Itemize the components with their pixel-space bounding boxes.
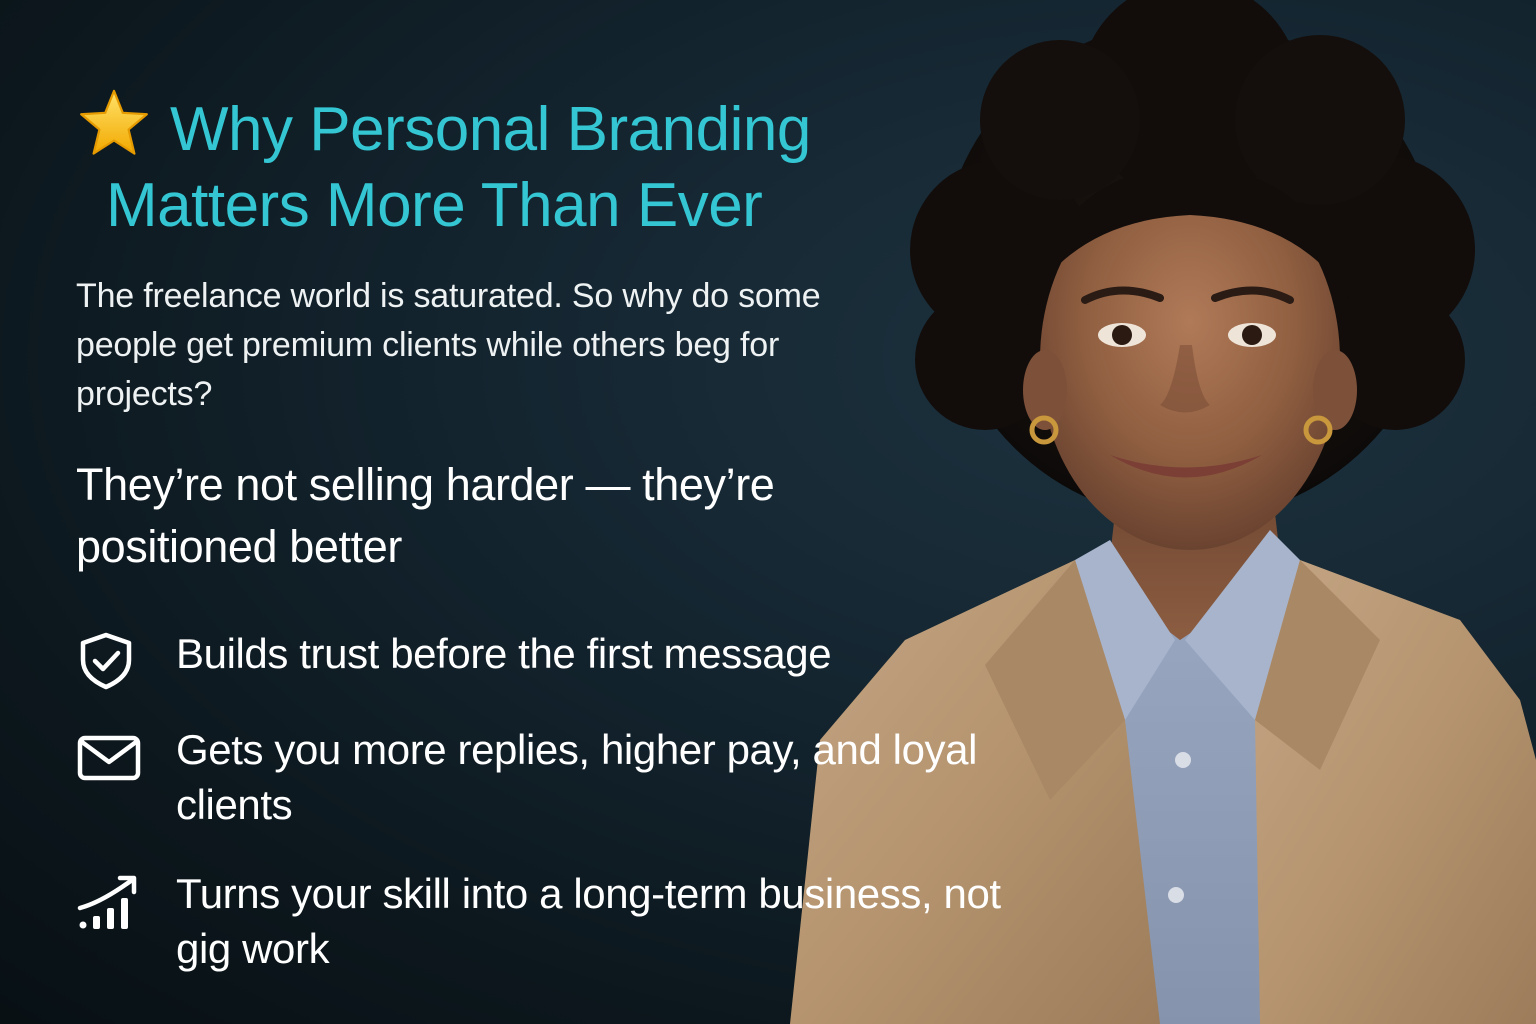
benefit-text: Turns your skill into a long-term busine… (176, 870, 1001, 972)
benefit-text: Gets you more replies, higher pay, and l… (176, 726, 978, 828)
benefit-text: Builds trust before the first message (176, 630, 832, 677)
text-column: Why Personal Branding Matters More Than … (0, 0, 1020, 1024)
subheading: They’re not selling harder — they’re pos… (76, 459, 775, 572)
star-icon (80, 89, 148, 155)
growth-chart-icon (77, 875, 137, 929)
page-title: Why Personal Branding Matters More Than … (76, 88, 956, 244)
envelope-icon (77, 735, 141, 781)
shield-check-icon (80, 632, 132, 690)
intro-paragraph: The freelance world is saturated. So why… (76, 277, 821, 413)
title-line-2: Matters More Than Ever (106, 171, 763, 240)
title-line-1: Why Personal Branding (76, 88, 956, 168)
title-text-line-1: Why Personal Branding (170, 95, 811, 164)
slide-canvas: Why Personal Branding Matters More Than … (0, 0, 1536, 1024)
